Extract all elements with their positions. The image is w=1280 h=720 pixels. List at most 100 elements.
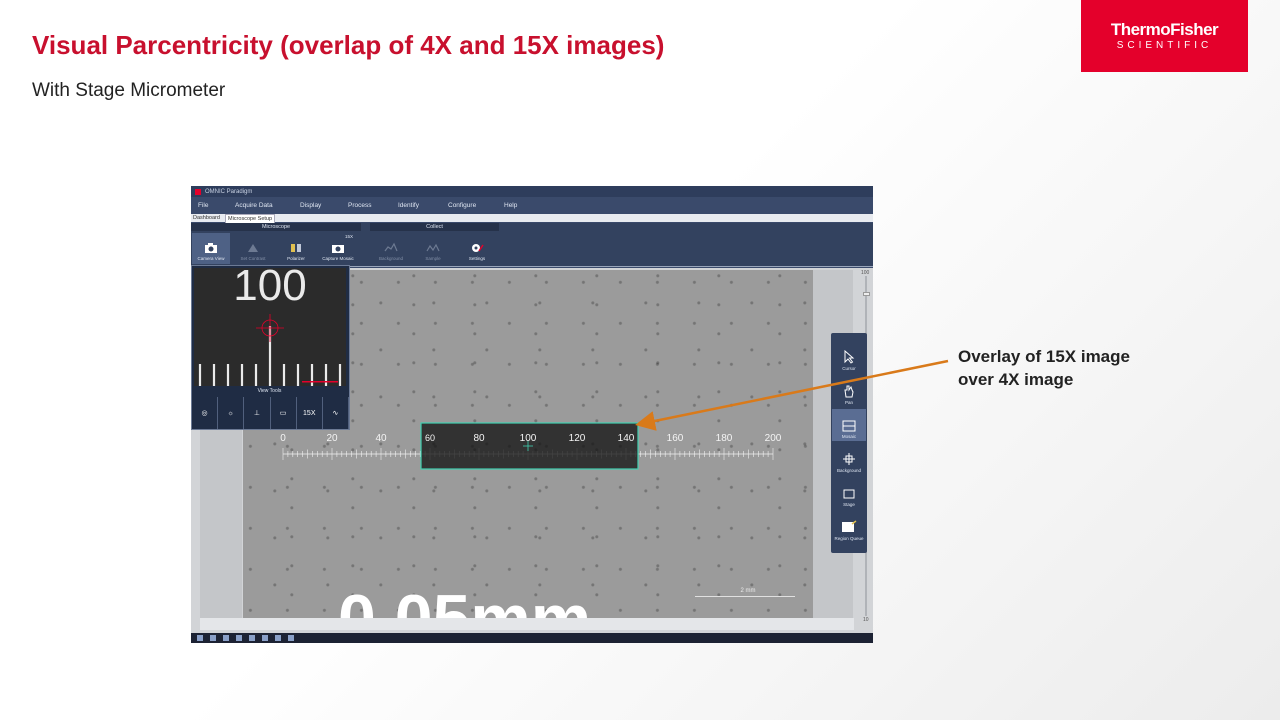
set-contrast-label: Set Contrast — [240, 256, 266, 261]
view-tools-inset: 100 View Tools ◎ ☼ ⊥ ▭ 15X ∿ — [191, 265, 350, 430]
contrast-icon — [248, 244, 258, 252]
stage-tool[interactable]: Stage — [832, 477, 866, 509]
menu-acquire-data[interactable]: Acquire Data — [235, 202, 273, 209]
sample-button[interactable]: Sample — [414, 233, 452, 264]
camera-icon — [205, 243, 217, 253]
region-tool[interactable]: ▭ — [271, 397, 297, 429]
polarizer-icon — [291, 244, 301, 252]
mosaic-label: Mosaic — [841, 434, 857, 439]
slide-subtitle: With Stage Micrometer — [32, 80, 226, 101]
background-button[interactable]: Background — [372, 233, 410, 264]
scale-tick-labels: 0 20 40 60 80 100 120 140 160 180 200 — [280, 433, 782, 444]
scale-bar-label: 2 mm — [741, 588, 756, 594]
pan-tool[interactable]: Pan — [832, 375, 866, 407]
menu-process[interactable]: Process — [348, 202, 371, 209]
menu-identify[interactable]: Identify — [398, 202, 419, 209]
camera-view-label: Camera View — [197, 256, 225, 261]
tick-80: 80 — [473, 433, 485, 444]
x-axis — [200, 618, 854, 630]
menu-configure[interactable]: Configure — [448, 202, 476, 209]
inset-crosshair-icon — [256, 314, 284, 342]
start-icon[interactable] — [197, 635, 203, 641]
region-queue-icon — [842, 520, 857, 532]
brightness-icon: ☼ — [227, 409, 234, 417]
background-label: Background — [378, 256, 404, 261]
menu-file[interactable]: File — [198, 202, 208, 209]
logo-main-text: ThermoFisher — [1110, 19, 1219, 39]
aperture-icon: ◎ — [201, 410, 208, 417]
os-taskbar — [191, 633, 873, 643]
inset-15x-image[interactable]: 100 — [194, 268, 346, 386]
camera-view-button[interactable]: Camera View — [192, 233, 230, 264]
taskview-icon[interactable] — [223, 635, 229, 641]
tick-40: 40 — [375, 433, 387, 444]
app-logo-icon — [195, 188, 201, 195]
polarizer-label: Polarizer — [287, 256, 305, 261]
tab-dashboard[interactable]: Dashboard — [191, 214, 222, 222]
cursor-icon — [844, 350, 855, 364]
callout-line-2: over 4X image — [958, 370, 1074, 389]
gear-icon — [472, 244, 484, 252]
stage-label: Stage — [843, 502, 855, 507]
region-queue-label: Region Queue — [834, 536, 864, 541]
folder-icon[interactable] — [249, 635, 255, 641]
view-tools-label: View Tools — [257, 388, 282, 394]
set-contrast-button[interactable]: Set Contrast — [234, 233, 272, 264]
stage-icon — [843, 489, 855, 499]
settings-button[interactable]: Settings — [458, 233, 496, 264]
zoom-slider-handle[interactable] — [863, 292, 870, 296]
mosaic-icon — [842, 420, 856, 432]
capture-badge: 15X — [344, 234, 353, 239]
region-queue-tool[interactable]: Region Queue — [832, 511, 866, 543]
background-tool[interactable]: Background — [832, 443, 866, 475]
app-title: OMNIC Paradigm — [205, 188, 253, 195]
spectrum-icon: ∿ — [332, 410, 339, 417]
menu-help[interactable]: Help — [504, 202, 517, 209]
view-tools-bar: ◎ ☼ ⊥ ▭ 15X ∿ — [192, 397, 350, 429]
calculator-icon[interactable] — [275, 635, 281, 641]
zoom-min-label: 10 — [863, 617, 869, 623]
tick-200: 200 — [765, 433, 782, 444]
tick-60: 60 — [425, 433, 435, 443]
mosaic-tool[interactable]: Mosaic — [832, 409, 866, 441]
polarizer-button[interactable]: Polarizer — [277, 233, 315, 264]
brightness-tool[interactable]: ☼ — [218, 397, 245, 429]
group-collect-label: Collect — [370, 223, 499, 231]
menu-display[interactable]: Display — [300, 202, 321, 209]
tab-microscope-setup[interactable]: Microscope Setup — [225, 214, 276, 223]
store-icon[interactable] — [262, 635, 268, 641]
sample-spectrum-icon — [426, 243, 440, 252]
zoom-level-tool[interactable]: 15X — [297, 397, 323, 429]
zoom-max-label: 100 — [861, 270, 870, 276]
capture-mosaic-button[interactable]: 15X Capture Mosaic — [319, 233, 357, 264]
omnic-icon[interactable] — [288, 635, 294, 641]
objective-tool[interactable]: ⊥ — [244, 397, 271, 429]
cursor-tool[interactable]: Cursor — [832, 341, 866, 373]
search-icon[interactable] — [210, 635, 216, 641]
mosaic-camera-icon — [332, 245, 344, 253]
tick-120: 120 — [569, 433, 586, 444]
company-logo: ThermoFisher SCIENTIFIC — [1081, 0, 1248, 72]
objective-icon: ⊥ — [253, 410, 260, 417]
inset-scale-bar — [302, 381, 338, 383]
cursor-label: Cursor — [842, 366, 856, 371]
scale-bar — [695, 596, 795, 597]
background-tool-label: Background — [836, 468, 862, 473]
app-titlebar: OMNIC Paradigm — [191, 186, 873, 197]
tick-0: 0 — [280, 433, 286, 444]
settings-label: Settings — [468, 256, 486, 261]
aperture-tool[interactable]: ◎ — [192, 397, 219, 429]
tick-140: 140 — [618, 433, 635, 444]
app-window: OMNIC Paradigm File Acquire Data Display… — [191, 186, 873, 643]
micrometer-big-text: 0.05mm — [338, 581, 591, 618]
tick-20: 20 — [326, 433, 338, 444]
menu-bar: File Acquire Data Display Process Identi… — [191, 197, 873, 214]
spectrum-tool[interactable]: ∿ — [323, 397, 350, 429]
callout-line-1: Overlay of 15X image — [958, 347, 1130, 366]
logo-sub-text: SCIENTIFIC — [1116, 39, 1213, 51]
background-spectrum-icon — [384, 242, 398, 252]
tick-180: 180 — [716, 433, 733, 444]
ribbon: Microscope Collect Camera View Set Contr… — [191, 223, 873, 267]
inset-scale-graphic: 100 — [198, 268, 342, 386]
edge-icon[interactable] — [236, 635, 242, 641]
